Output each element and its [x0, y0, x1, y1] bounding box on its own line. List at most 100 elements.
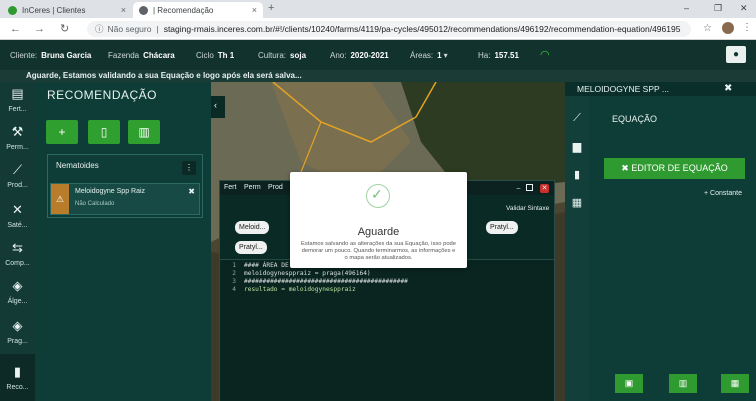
minimize-icon[interactable]: – [514, 184, 523, 193]
books-icon: ▥ [678, 378, 688, 388]
variable-pill[interactable]: Pratyl... [235, 241, 267, 254]
cycle-field[interactable]: Ciclo Th 1 [196, 51, 234, 60]
variable-pill[interactable]: Pratyl... [486, 221, 518, 234]
calculator-icon[interactable]: ▦ [569, 196, 585, 212]
rail-item-recomendacao[interactable]: ▮ Reco... [0, 354, 35, 401]
remove-icon[interactable]: ✖ [188, 187, 195, 196]
reload-icon[interactable]: ↻ [60, 22, 69, 36]
modal-message: Estamos salvando as alterações da sua Eq… [300, 241, 456, 261]
close-tab-icon[interactable]: × [121, 5, 126, 15]
check-icon: ✓ [371, 186, 383, 202]
add-button[interactable]: + [46, 120, 78, 144]
menu-item-fert[interactable]: Fert [224, 184, 236, 191]
warning-icon: ⚠ [51, 184, 69, 214]
document-button[interactable]: ▯ [88, 120, 120, 144]
left-rail: ▤ Fert... ⚒ Perm... ⟋ Prod... ✕ Saté... ⇆ Com… [0, 82, 35, 401]
tab-clientes[interactable]: InCeres | Clientes × [2, 2, 132, 18]
client-value: Bruna Garcia [41, 51, 92, 60]
security-label: Não seguro [107, 24, 152, 34]
close-tab-icon[interactable]: × [252, 5, 257, 15]
library-button[interactable]: ▥ [669, 374, 697, 393]
chevron-down-icon: ▾ [443, 51, 448, 60]
rail-item-algebra[interactable]: ◈ Álge... [0, 274, 35, 312]
library-button[interactable]: ▥ [128, 120, 160, 144]
minimize-icon[interactable]: – [684, 3, 689, 13]
status-banner: Aguarde, Estamos validando a sua Equação… [0, 70, 756, 82]
variable-pill[interactable]: Meloid... [235, 221, 270, 234]
permission-icon: ⚒ [11, 124, 24, 139]
bottle-icon: ▮ [13, 364, 22, 379]
rail-item-pragas[interactable]: ◈ Prag... [0, 314, 35, 352]
list-item[interactable]: ⚠ Meloidogyne Spp Raiz Não Calculado ✖ [50, 183, 200, 215]
close-icon[interactable]: ✕ [540, 184, 549, 193]
item-status: Não Calculado [75, 201, 115, 207]
more-options-icon[interactable]: ⋮ [182, 161, 196, 175]
close-icon: ✖ [621, 163, 632, 173]
close-window-icon[interactable]: ✕ [740, 3, 748, 14]
close-icon[interactable]: ✖ [724, 83, 732, 94]
bottle-icon[interactable]: ▮ [569, 168, 585, 184]
ha-field: Ha: 157.51 [478, 51, 519, 60]
item-name: Meloidogyne Spp Raiz [75, 188, 146, 195]
right-panel-tools: ⟋ ▆ ▮ ▦ [565, 96, 589, 401]
layers-icon: ◈ [12, 318, 23, 333]
rail-item-produtividade[interactable]: ⟋ Prod... [0, 158, 35, 196]
saving-modal: ✓ Aguarde Estamos salvando as alterações… [290, 172, 467, 268]
url-text: staging-rmais.inceres.com.br/#!/clients/… [163, 24, 681, 34]
paint-roller-icon[interactable]: ▆ [569, 140, 585, 156]
client-field[interactable]: Cliente: Bruna Garcia [10, 51, 91, 60]
chevron-left-icon[interactable]: ‹ [214, 100, 217, 110]
menu-item-prod[interactable]: Prod [268, 184, 283, 191]
areas-value: 1 [437, 51, 442, 60]
info-icon[interactable]: ⓘ [95, 23, 104, 35]
tab-title: InCeres | Clientes [22, 5, 86, 15]
star-icon[interactable]: ☆ [703, 23, 712, 34]
fertilizer-icon: ▤ [11, 86, 24, 101]
avatar[interactable] [722, 22, 734, 34]
restore-icon[interactable]: ❐ [714, 3, 722, 14]
cycle-value: Th 1 [217, 51, 235, 60]
save-button[interactable]: ▣ [615, 374, 643, 393]
forward-icon[interactable]: → [34, 22, 45, 36]
right-panel-title: MELOIDOGYNE SPP ... [577, 84, 669, 94]
rail-item-fertilidade[interactable]: ▤ Fert... [0, 82, 35, 120]
equation-section-title: EQUAÇÃO [612, 114, 658, 124]
code-line: meloidogynesppraiz = praga(496164) [244, 270, 371, 277]
compare-icon: ⇆ [12, 240, 23, 255]
group-title: Nematoides [56, 161, 99, 170]
code-editor[interactable]: 1 #### ÁREA DE 2 meloidogynesppraiz = pr… [220, 259, 554, 401]
maximize-icon[interactable] [526, 184, 533, 191]
rail-item-satelite[interactable]: ✕ Saté... [0, 198, 35, 236]
right-panel: MELOIDOGYNE SPP ... ✖ ⟋ ▆ ▮ ▦ EQUAÇÃO ✖ … [565, 82, 756, 401]
areas-field[interactable]: Áreas: 1 ▾ [410, 51, 448, 60]
crop-field[interactable]: Cultura: soja [258, 51, 306, 60]
ha-value: 157.51 [494, 51, 519, 60]
year-value: 2020-2021 [350, 51, 389, 60]
globe-icon [139, 5, 148, 15]
code-line: #### ÁREA DE [244, 262, 289, 269]
satellite-icon: ✕ [12, 202, 23, 217]
calculator-button[interactable]: ▦ [721, 374, 749, 393]
year-field[interactable]: Ano: 2020-2021 [330, 51, 389, 60]
validate-syntax-button[interactable]: Validar Sintaxe [506, 205, 549, 212]
rail-item-permissoes[interactable]: ⚒ Perm... [0, 120, 35, 158]
back-icon[interactable]: ← [10, 22, 21, 36]
url-input[interactable]: ⓘ Não seguro | staging-rmais.inceres.com… [87, 21, 691, 37]
user-icon[interactable]: ● [726, 46, 746, 63]
menu-item-perm[interactable]: Perm [244, 184, 261, 191]
equation-editor-button[interactable]: ✖ EDITOR DE EQUAÇÃO [604, 158, 745, 179]
nematoides-group: Nematoides ⋮ ⚠ Meloidogyne Spp Raiz Não … [47, 154, 203, 218]
app-header: Cliente: Bruna Garcia Fazenda Chácara Cicl… [0, 40, 756, 70]
browser-tab-bar: InCeres | Clientes × | Recomendação × + … [0, 0, 756, 18]
chart-line-icon[interactable]: ⟋ [569, 112, 585, 128]
rail-item-comparacao[interactable]: ⇆ Comp... [0, 236, 35, 274]
tab-recomendacao[interactable]: | Recomendação × [133, 2, 263, 18]
new-tab-button[interactable]: + [268, 2, 274, 14]
farm-field[interactable]: Fazenda Chácara [108, 51, 175, 60]
code-line: ########################################… [244, 278, 408, 285]
layers-icon: ◈ [12, 278, 23, 293]
calculator-icon: ▦ [730, 378, 740, 388]
inceres-favicon-icon [8, 5, 17, 15]
add-constant-link[interactable]: + Constante [704, 190, 742, 197]
menu-dots-icon[interactable]: ⋮ [742, 22, 752, 33]
